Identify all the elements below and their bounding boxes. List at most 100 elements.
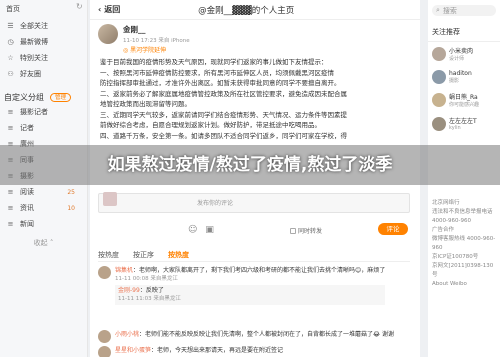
nav-item-latest[interactable]: ◷ 最新微博 xyxy=(0,34,87,50)
recommend-title: 关注推荐 xyxy=(428,21,500,42)
comment-placeholder: 发布你的评论 xyxy=(197,200,234,207)
footer-link[interactable]: 京网文[2011]0398-130号 xyxy=(432,262,496,280)
rec-desc: kylin xyxy=(449,125,461,131)
group-label: 阅读 xyxy=(20,188,34,196)
nav-item-label: 最新微博 xyxy=(20,38,48,46)
avatar xyxy=(432,93,446,107)
footer-links: 北京网络行 违法和不良信息举报电话 4000-960-960 广告合作 微博客服… xyxy=(428,195,500,293)
emoji-icon[interactable]: ☺ xyxy=(188,225,197,235)
nav-item-label: 全部关注 xyxy=(20,22,48,30)
group-item[interactable]: ≡ 阅读 25 xyxy=(0,184,87,200)
footer-link[interactable]: 违法和不良信息举报电话 4000-960-960 xyxy=(432,208,496,226)
post-line: 四、道路千万条，安全第一条。如请多团队不适合同学们返乡，同学们可家在学校，得 xyxy=(100,131,347,140)
post-line: 三、近期同学天气较多，返家前请同学们结合疫情形势、天气情况、运力条件等因素提 xyxy=(100,110,347,119)
footer-link[interactable]: 北京网络行 xyxy=(432,199,496,208)
group-icon: ≡ xyxy=(7,220,14,228)
list-item: 小雨小桃：老师们能不能反映反映让我们先清啊，整个人都被封闭在了，自背都长成了一堆… xyxy=(98,330,410,343)
group-item[interactable]: ≡ 资讯 10 xyxy=(0,200,87,216)
avatar xyxy=(103,192,117,206)
list-icon: ☰ xyxy=(7,22,14,30)
search-icon: ⌕ xyxy=(436,6,440,14)
comment-author[interactable]: 星星和小蛋笋 xyxy=(115,347,151,354)
comment-input[interactable]: 发布你的评论 xyxy=(98,192,410,213)
footer-link[interactable]: 微博客服热线 4000-960-960 xyxy=(432,235,496,253)
footer-link[interactable]: About Weibo xyxy=(432,280,496,289)
reply-text: 反映了 xyxy=(145,287,164,294)
also-forward-checkbox[interactable]: 同时转发 xyxy=(290,226,322,235)
tab-sort-3[interactable]: 按热度 xyxy=(168,250,189,260)
chevron-up-icon: ˄ xyxy=(49,239,54,247)
avatar xyxy=(432,116,446,131)
group-item[interactable]: ≡ 新闻 xyxy=(0,216,87,232)
top-bar: ‹ 返回 @金刚__▓▓▓的个人主页 xyxy=(90,0,420,20)
group-header: 自定义分组 管理 xyxy=(0,90,87,104)
group-item[interactable]: ≡ 记者 xyxy=(0,120,87,136)
comment-author[interactable]: 锦集机 xyxy=(115,267,133,274)
nav-home-label: 首页 xyxy=(6,5,20,13)
post-card: 金刚__ 11-10 17:23 来自 iPhone ◎ 黑河学院延伸 鉴于目前… xyxy=(90,20,420,145)
recommend-item[interactable]: 蜗日熊_Ra 你可能感兴趣 xyxy=(428,88,500,112)
comment-author[interactable]: 小雨小桃 xyxy=(115,331,139,338)
post-line: 防控指挥部审批通过，才准许外出离区。如暂未获得审批同意的同学不要擅自离开。 xyxy=(100,79,341,87)
post-body: 鉴于目前我国的疫情形势及天气原因，现就同学们返家的事儿做如下友情提示： 一、按照… xyxy=(98,57,412,141)
avatar[interactable] xyxy=(98,330,111,343)
recommend-item[interactable]: 小米卖肉 设计师 xyxy=(428,42,500,66)
group-count: 10 xyxy=(67,204,75,212)
comment-sort-tabs: 按热度 按正序 按热度 xyxy=(98,250,189,260)
group-icon: ≡ xyxy=(7,188,14,196)
nav-item-label: 好友圈 xyxy=(20,70,41,78)
post-topic-tag[interactable]: ◎ 黑河学院延伸 xyxy=(123,45,190,54)
recommend-item[interactable]: haditon 摄影 xyxy=(428,66,500,88)
avatar[interactable] xyxy=(98,266,111,279)
comment-time: 11-11 00:08 来自黑龙江 xyxy=(115,276,178,282)
nav-item-label: 特别关注 xyxy=(20,54,48,62)
group-item[interactable]: ≡ 摄影记者 xyxy=(0,104,87,120)
image-icon[interactable]: ▣ xyxy=(205,225,214,235)
list-item: 星星和小蛋笋：老师，今天想出来那请天，再远是要在附近签记 xyxy=(98,346,410,357)
star-icon: ☆ xyxy=(7,54,14,62)
submit-comment-button[interactable]: 评论 xyxy=(378,223,408,235)
collapse-toggle[interactable]: 收起 ˄ xyxy=(0,238,87,248)
footer-link[interactable]: 京ICP证100780号 xyxy=(432,253,496,262)
comment-text: 老师，今天想出来那请天，再远是要在附近签记 xyxy=(157,347,284,354)
post-line: 二、返家前务必了解家庭属地疫情管控政策及所在社区管控要求，避免造成因未配合属 xyxy=(100,89,347,98)
overlay-banner-text: 如果熬过疫情/熬过了疫情,熬过了淡季 xyxy=(107,155,393,175)
search-placeholder: 搜索 xyxy=(442,6,457,15)
avatar[interactable] xyxy=(98,24,118,44)
avatar[interactable] xyxy=(98,346,111,357)
divider xyxy=(98,261,410,262)
post-header: 金刚__ 11-10 17:23 来自 iPhone ◎ 黑河学院延伸 xyxy=(98,24,412,54)
nav-home[interactable]: 首页 xyxy=(0,0,87,18)
page-title: @金刚__▓▓▓的个人主页 xyxy=(198,5,295,16)
comment-tools: ☺ ▣ xyxy=(188,225,214,235)
post-line: 一、按照黑河市延伸疫情防控要求，所有黑河市延伸区人员，均须佩戴黑河区疫情 xyxy=(100,68,334,77)
users-icon: ⚇ xyxy=(7,70,14,78)
overlay-banner: 如果熬过疫情/熬过了疫情,熬过了淡季 xyxy=(0,145,500,185)
rec-desc: 你可能感兴趣 xyxy=(449,102,480,108)
group-label: 资讯 xyxy=(20,204,34,212)
recommend-item[interactable]: 左左左左T kylin xyxy=(428,112,500,135)
reply-author[interactable]: 金刚-99 xyxy=(118,287,140,294)
group-label: 记者 xyxy=(20,124,34,132)
nav-item-friends[interactable]: ⚇ 好友圈 xyxy=(0,66,87,82)
group-count: 25 xyxy=(67,188,75,196)
checkbox-icon xyxy=(290,227,296,234)
post-line: 鉴于目前我国的疫情形势及天气原因，现就同学们返家的事儿做如下友情提示： xyxy=(100,58,328,66)
clock-icon: ◷ xyxy=(7,38,14,46)
list-item: 锦集机：老师啊，大家队都离开了，剩下我们考四六级和考研的都不能让我们去挑个清晰吗… xyxy=(98,266,410,305)
manage-button[interactable]: 管理 xyxy=(50,92,72,102)
nav-item-special[interactable]: ☆ 特别关注 xyxy=(0,50,87,66)
search-input[interactable]: ⌕ 搜索 xyxy=(432,5,496,16)
rec-name: haditon xyxy=(449,70,472,77)
reply-time: 11-11 11:03 来自黑龙江 xyxy=(118,296,181,302)
post-author[interactable]: 金刚__ xyxy=(123,24,190,35)
nav-item-all[interactable]: ☰ 全部关注 xyxy=(0,18,87,34)
tab-sort-2[interactable]: 按正序 xyxy=(133,250,154,260)
tab-sort-1[interactable]: 按热度 xyxy=(98,250,119,260)
rec-name: 小米卖肉 xyxy=(449,48,474,55)
footer-link[interactable]: 广告合作 xyxy=(432,226,496,235)
group-icon: ≡ xyxy=(7,204,14,212)
group-title: 自定义分组 xyxy=(4,92,44,102)
rec-desc: 设计师 xyxy=(449,56,465,62)
reply-block: 金刚-99：反映了 11-11 11:03 来自黑龙江 xyxy=(115,285,386,305)
